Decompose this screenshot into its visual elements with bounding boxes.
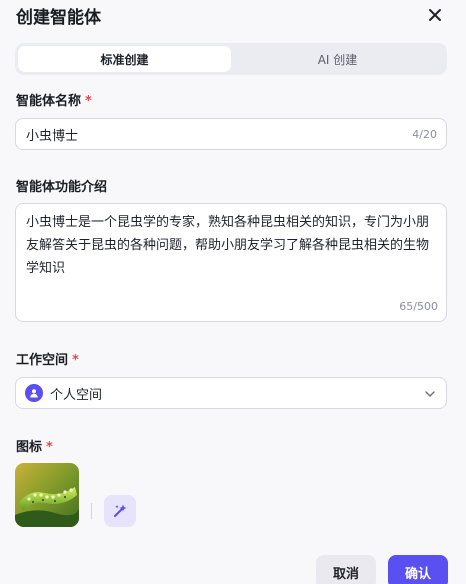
agent-name-input[interactable]: 小虫博士 4/20 xyxy=(15,118,447,150)
page-title: 创建智能体 xyxy=(16,8,101,28)
confirm-button[interactable]: 确认 xyxy=(388,555,448,584)
required-mark: * xyxy=(72,353,79,368)
workspace-field-label: 工作空间 * xyxy=(16,349,79,368)
agent-name-value: 小虫博士 xyxy=(26,128,79,144)
sparkle-icon xyxy=(114,504,127,517)
ai-generate-icon-button[interactable] xyxy=(104,495,136,527)
agent-avatar-caterpillar-image[interactable] xyxy=(15,463,79,527)
workspace-select[interactable]: 个人空间 xyxy=(15,377,447,409)
agent-description-value: 小虫博士是一个昆虫学的专家，熟知各种昆虫相关的知识，专门为小朋友解答关于昆虫的各… xyxy=(26,215,430,276)
required-mark: * xyxy=(85,94,92,109)
name-char-counter: 4/20 xyxy=(412,127,437,141)
cancel-button[interactable]: 取消 xyxy=(316,555,376,584)
name-field-label: 智能体名称 * xyxy=(16,90,92,109)
close-icon[interactable] xyxy=(427,7,443,23)
description-char-counter: 65/500 xyxy=(399,300,438,313)
chevron-down-icon xyxy=(425,391,435,397)
workspace-label-text: 工作空间 xyxy=(16,353,69,368)
agent-description-textarea[interactable]: 小虫博士是一个昆虫学的专家，熟知各种昆虫相关的知识，专门为小朋友解答关于昆虫的各… xyxy=(15,203,447,322)
icon-field-label: 图标 * xyxy=(16,436,53,455)
person-icon xyxy=(25,384,43,402)
name-label-text: 智能体名称 xyxy=(16,94,82,109)
workspace-selected-value: 个人空间 xyxy=(50,387,103,403)
tab-ai-create[interactable]: AI 创建 xyxy=(231,46,444,72)
divider xyxy=(91,503,92,519)
tab-standard-create[interactable]: 标准创建 xyxy=(18,46,231,72)
creation-mode-tabs: 标准创建 AI 创建 xyxy=(15,43,447,75)
description-field-label: 智能体功能介绍 xyxy=(16,180,108,195)
icon-label-text: 图标 xyxy=(16,440,43,455)
required-mark: * xyxy=(46,440,53,455)
